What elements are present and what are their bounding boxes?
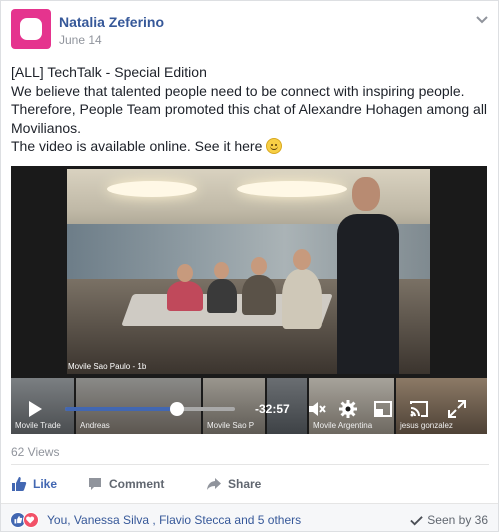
smiley-face-icon (266, 138, 283, 154)
play-icon[interactable] (29, 401, 42, 417)
post-text-line: The video is available online. See it he… (11, 137, 493, 156)
action-bar: Like Comment Share (11, 473, 489, 495)
post-text: [ALL] TechTalk - Special Edition We beli… (11, 63, 493, 156)
share-button[interactable]: Share (206, 473, 261, 495)
chevron-down-icon[interactable] (475, 13, 489, 27)
thumbs-up-icon (12, 477, 27, 491)
post-footer: You, Vanessa Silva , Flavio Stecca and 5… (1, 503, 498, 531)
post-date[interactable]: June 14 (59, 33, 102, 47)
mute-icon[interactable] (307, 399, 327, 419)
fullscreen-icon[interactable] (373, 399, 393, 419)
settings-icon[interactable] (338, 399, 358, 419)
view-count[interactable]: 62 Views (11, 445, 59, 459)
video-controls: -32:57 (11, 396, 487, 422)
post-card: Natalia Zeferino June 14 [ALL] TechTalk … (0, 0, 499, 532)
post-text-line: [ALL] TechTalk - Special Edition (11, 64, 207, 80)
reactors-list[interactable]: You, Vanessa Silva , Flavio Stecca and 5… (47, 513, 301, 527)
comment-button[interactable]: Comment (87, 473, 164, 495)
time-remaining: -32:57 (255, 402, 290, 416)
video-main-frame (67, 169, 430, 374)
like-button[interactable]: Like (11, 473, 57, 495)
video-source-label: Movile Sao Paulo - 1b (68, 362, 147, 371)
reaction-icons[interactable] (10, 512, 46, 528)
post-text-line: We believe that talented people need to … (11, 82, 488, 136)
cast-icon[interactable] (409, 399, 429, 419)
checkmark-icon (410, 515, 424, 526)
expand-icon[interactable] (447, 399, 467, 419)
video-progress-bar[interactable] (65, 402, 235, 416)
divider (11, 464, 489, 465)
love-reaction-icon (23, 512, 39, 528)
avatar[interactable] (11, 9, 51, 49)
post-header: Natalia Zeferino June 14 (11, 9, 491, 53)
share-icon (207, 478, 221, 490)
seen-by[interactable]: Seen by 36 (410, 513, 488, 527)
comment-icon (89, 478, 101, 490)
author-name[interactable]: Natalia Zeferino (59, 14, 164, 30)
video-player[interactable]: Movile Sao Paulo - 1b Movile Trade Andre… (11, 166, 487, 434)
progress-knob[interactable] (170, 402, 185, 416)
